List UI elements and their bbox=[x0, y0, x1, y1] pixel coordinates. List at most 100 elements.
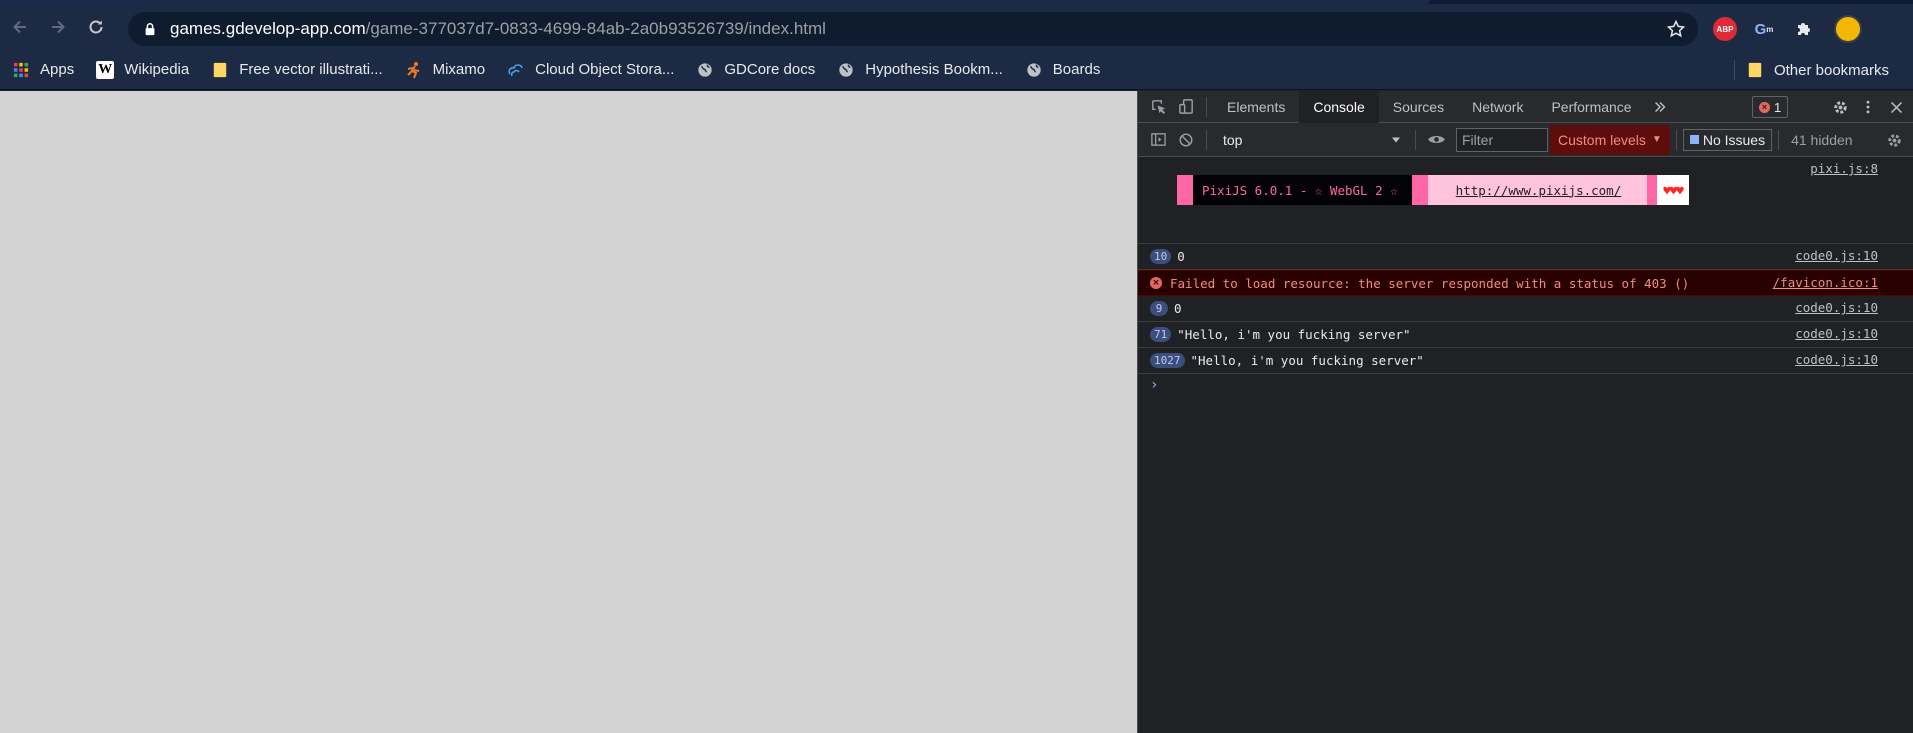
apps-grid-icon bbox=[12, 61, 30, 79]
back-button[interactable] bbox=[2, 9, 38, 45]
wikipedia-icon: W bbox=[96, 60, 115, 79]
bookmark-wikipedia[interactable]: W Wikipedia bbox=[84, 56, 199, 84]
context-select[interactable]: top bbox=[1213, 127, 1409, 153]
toolbar-divider bbox=[1415, 129, 1416, 150]
filter-input[interactable] bbox=[1456, 127, 1548, 152]
pixi-link[interactable]: http://www.pixijs.com/ bbox=[1439, 175, 1636, 205]
custom-levels-dropdown[interactable]: Custom levels ▼ bbox=[1550, 124, 1670, 155]
cloud-icon bbox=[507, 61, 525, 79]
repeat-count-badge: 10 bbox=[1150, 249, 1172, 264]
tab-performance[interactable]: Performance bbox=[1537, 91, 1645, 123]
repeat-count-badge: 71 bbox=[1150, 327, 1172, 342]
banner-swatch bbox=[1411, 175, 1428, 205]
message-source-link[interactable]: code0.js:10 bbox=[1795, 300, 1878, 315]
message-source-link[interactable]: /favicon.ico:1 bbox=[1773, 275, 1878, 290]
pixi-version-text: PixiJS 6.0.1 - ☆ WebGL 2 ☆ bbox=[1193, 175, 1412, 205]
message-text: Failed to load resource: the server resp… bbox=[1170, 275, 1690, 291]
banner-swatch bbox=[1647, 175, 1658, 205]
console-output: pixi.js:8 PixiJS 6.0.1 - ☆ WebGL 2 ☆ htt… bbox=[1138, 157, 1913, 733]
bookmark-label: Mixamo bbox=[432, 61, 486, 78]
pixi-hearts: ♥♥♥ bbox=[1657, 175, 1689, 205]
game-canvas[interactable] bbox=[0, 91, 1137, 733]
lock-icon[interactable] bbox=[142, 21, 158, 37]
repeat-count-badge: 9 bbox=[1150, 301, 1168, 316]
bookmark-free-vector[interactable]: Free vector illustrati... bbox=[199, 56, 392, 84]
bookmark-mixamo[interactable]: Mixamo bbox=[393, 56, 496, 84]
bookmark-gdcore-docs[interactable]: GDCore docs bbox=[684, 56, 825, 84]
reload-icon bbox=[89, 20, 103, 34]
bookmark-boards[interactable]: Boards bbox=[1013, 56, 1111, 84]
bookmark-label: Wikipedia bbox=[124, 61, 190, 78]
banner-swatch bbox=[1635, 175, 1648, 205]
bookmark-label: GDCore docs bbox=[724, 61, 816, 78]
issues-label: No Issues bbox=[1702, 131, 1766, 148]
bookmark-label: Free vector illustrati... bbox=[239, 61, 383, 78]
tab-network[interactable]: Network bbox=[1458, 91, 1537, 123]
error-icon: × bbox=[1759, 101, 1770, 113]
console-toolbar: top Custom levels ▼ No Issues 41 hidden bbox=[1138, 123, 1913, 157]
banner-swatch bbox=[1427, 175, 1440, 205]
browser-toolbar: games.gdevelop-app.com/game-377037d7-083… bbox=[0, 4, 1913, 50]
bookmark-star-icon[interactable] bbox=[1666, 19, 1686, 39]
settings-gear-icon[interactable] bbox=[1826, 93, 1854, 121]
pixi-banner: PixiJS 6.0.1 - ☆ WebGL 2 ☆ http://www.pi… bbox=[1177, 175, 1689, 205]
bookmark-other[interactable]: Other bookmarks bbox=[1734, 56, 1899, 84]
gm-extension-icon[interactable]: Gm bbox=[1752, 17, 1776, 41]
url-host: games.gdevelop-app.com bbox=[170, 19, 366, 38]
devtools-panel: Elements Console Sources Network Perform… bbox=[1137, 90, 1913, 733]
bookmark-label: Other bookmarks bbox=[1773, 61, 1889, 79]
pixi-banner-message: pixi.js:8 PixiJS 6.0.1 - ☆ WebGL 2 ☆ htt… bbox=[1138, 157, 1913, 244]
tab-sources[interactable]: Sources bbox=[1379, 91, 1458, 123]
reload-button[interactable] bbox=[78, 9, 114, 45]
console-settings-gear-icon[interactable] bbox=[1880, 126, 1908, 154]
repeat-count-badge: 1027 bbox=[1150, 353, 1185, 368]
folder-icon bbox=[1746, 61, 1764, 79]
bookmarks-bar: Apps W Wikipedia Free vector illustrati.… bbox=[0, 50, 1913, 90]
extensions-puzzle-icon[interactable] bbox=[1792, 17, 1816, 41]
folder-icon bbox=[211, 61, 229, 79]
message-source-link[interactable]: code0.js:10 bbox=[1795, 352, 1878, 367]
forward-button[interactable] bbox=[40, 9, 76, 45]
address-bar[interactable]: games.gdevelop-app.com/game-377037d7-083… bbox=[128, 12, 1698, 46]
prompt-chevron-icon: › bbox=[1150, 377, 1159, 393]
console-message: 71 "Hello, i'm you fucking server" code0… bbox=[1138, 322, 1913, 348]
tab-elements[interactable]: Elements bbox=[1213, 91, 1299, 123]
message-text: "Hello, i'm you fucking server" bbox=[1177, 327, 1411, 342]
dropdown-triangle-icon: ▼ bbox=[1651, 134, 1662, 145]
more-tabs-chevron-icon[interactable] bbox=[1646, 93, 1674, 121]
error-icon: × bbox=[1150, 277, 1162, 289]
message-source-link[interactable]: pixi.js:8 bbox=[1810, 161, 1878, 176]
bookmark-label: Boards bbox=[1052, 61, 1101, 78]
close-devtools-icon[interactable] bbox=[1882, 93, 1910, 121]
console-prompt[interactable]: › bbox=[1138, 374, 1913, 396]
tab-console[interactable]: Console bbox=[1299, 90, 1379, 123]
globe-icon bbox=[1025, 61, 1043, 79]
adblock-extension-icon[interactable]: ABP bbox=[1713, 17, 1737, 41]
device-toolbar-icon[interactable] bbox=[1172, 93, 1200, 121]
devtools-tab-bar: Elements Console Sources Network Perform… bbox=[1138, 90, 1913, 123]
profile-avatar[interactable] bbox=[1834, 15, 1862, 43]
message-source-link[interactable]: code0.js:10 bbox=[1795, 248, 1878, 263]
arrow-right-icon bbox=[52, 20, 65, 34]
bookmark-apps[interactable]: Apps bbox=[0, 56, 84, 84]
message-source-link[interactable]: code0.js:10 bbox=[1795, 326, 1878, 341]
show-sidebar-icon[interactable] bbox=[1144, 126, 1172, 154]
gm-small-letter: m bbox=[1766, 24, 1774, 34]
levels-label: Custom levels bbox=[1558, 131, 1646, 148]
live-expression-eye-icon[interactable] bbox=[1422, 126, 1450, 154]
banner-swatch bbox=[1177, 175, 1193, 205]
bookmark-cloud-storage[interactable]: Cloud Object Stora... bbox=[495, 56, 684, 84]
clear-console-icon[interactable] bbox=[1172, 126, 1200, 154]
inspect-element-icon[interactable] bbox=[1144, 93, 1172, 121]
hidden-count: 41 hidden bbox=[1791, 131, 1853, 148]
bookmark-label: Apps bbox=[40, 61, 75, 78]
error-count-badge[interactable]: × 1 bbox=[1752, 96, 1789, 118]
message-text: 0 bbox=[1174, 301, 1182, 316]
issues-button[interactable]: No Issues bbox=[1682, 128, 1773, 151]
url-text[interactable]: games.gdevelop-app.com/game-377037d7-083… bbox=[170, 19, 826, 39]
message-text: "Hello, i'm you fucking server" bbox=[1190, 353, 1424, 368]
gm-letter: G bbox=[1754, 20, 1767, 38]
more-options-icon[interactable] bbox=[1854, 93, 1882, 121]
globe-icon bbox=[837, 61, 855, 79]
bookmark-hypothesis[interactable]: Hypothesis Bookm... bbox=[825, 56, 1013, 84]
